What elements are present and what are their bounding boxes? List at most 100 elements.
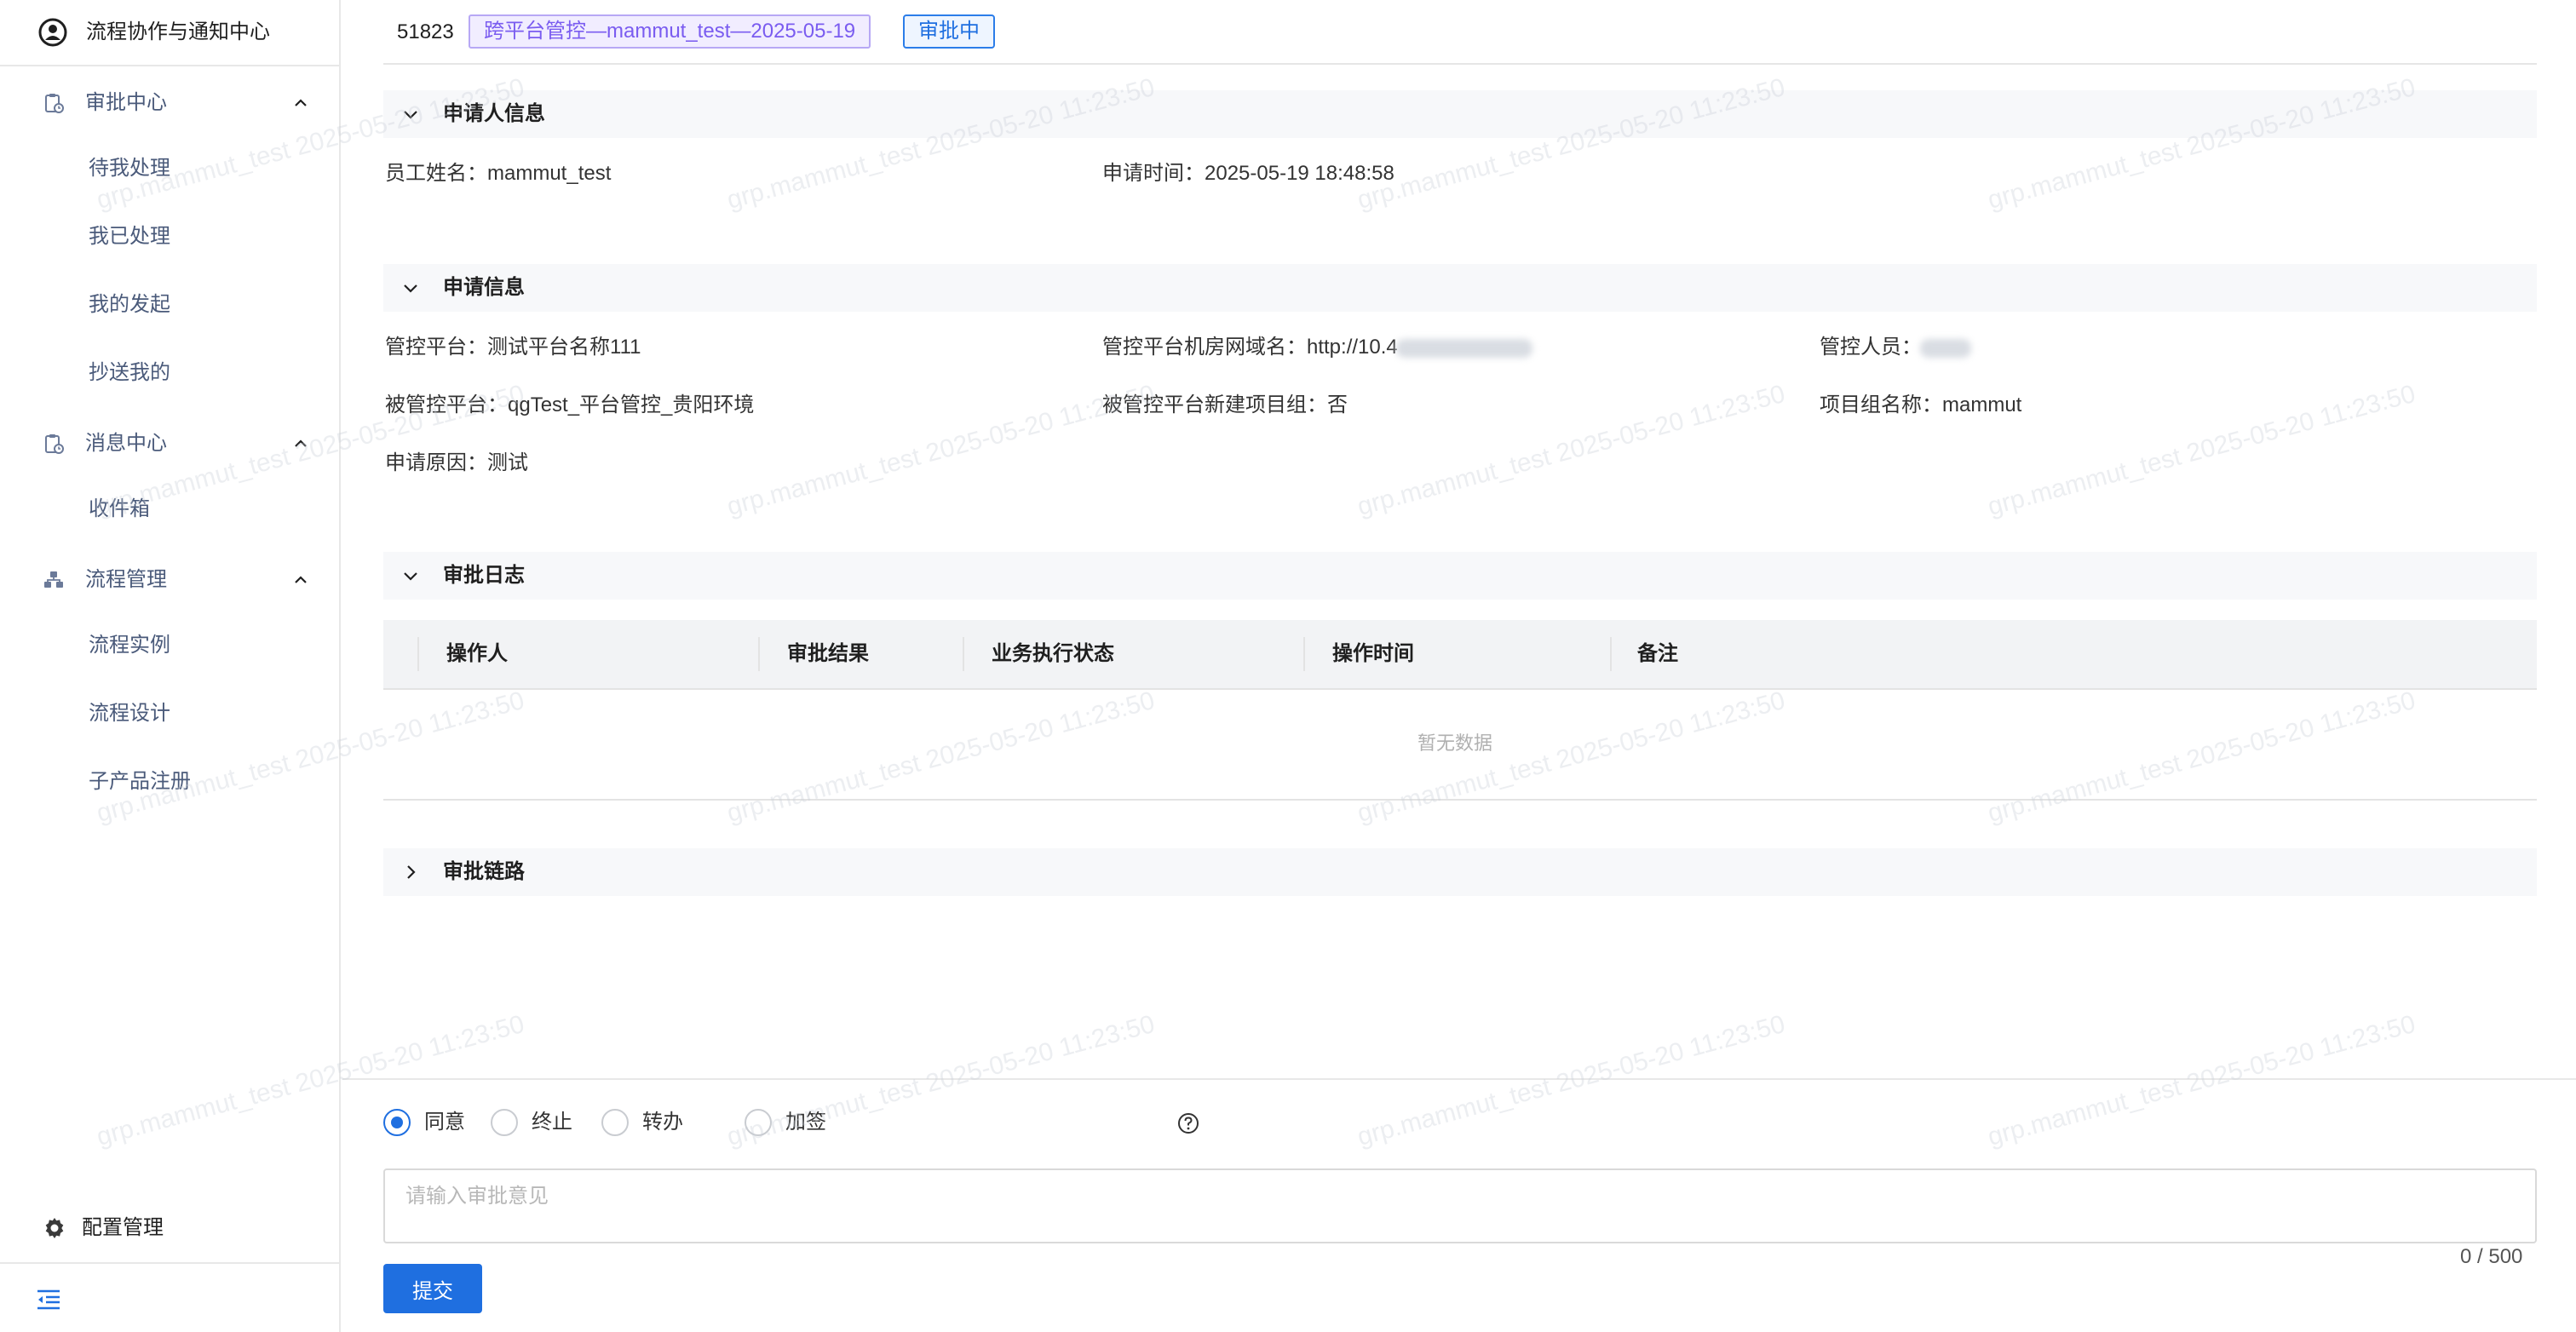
column-header-operate-time: 操作时间	[1332, 642, 1414, 665]
sidebar-group-label: 审批中心	[85, 91, 167, 114]
sidebar-item-inbox[interactable]: 收件箱	[0, 484, 341, 535]
sidebar-group-message-center[interactable]: 消息中心	[0, 419, 341, 467]
sidebar-footer	[0, 1262, 341, 1332]
field-label: 管控平台机房网域名：	[1102, 336, 1307, 359]
sidebar-item-process-instance[interactable]: 流程实例	[0, 620, 341, 671]
field-value: qgTest_平台管控_贵阳环境	[508, 393, 755, 416]
chevron-up-icon[interactable]	[290, 433, 312, 455]
radio-circle[interactable]	[601, 1109, 629, 1136]
field-label: 申请时间：	[1102, 162, 1205, 185]
sidebar-item-pending[interactable]: 待我处理	[0, 143, 341, 194]
field-value: 否	[1327, 393, 1348, 416]
clipboard-icon	[45, 434, 64, 454]
chevron-up-icon[interactable]	[290, 92, 312, 114]
field-control-platform: 管控平台：测试平台名称111	[385, 334, 641, 361]
field-value: mammut	[1942, 393, 2022, 416]
field-value: 2025-05-19 18:48:58	[1205, 162, 1394, 185]
sidebar-item-label: 我已处理	[89, 225, 170, 248]
field-label: 被管控平台：	[385, 393, 508, 416]
section-title: 审批链路	[443, 860, 525, 883]
submit-button[interactable]: 提交	[383, 1264, 482, 1313]
field-apply-reason: 申请原因：测试	[385, 450, 528, 477]
sidebar-item-process-design[interactable]: 流程设计	[0, 688, 341, 739]
status-badge: 审批中	[903, 14, 995, 49]
column-header-exec-status: 业务执行状态	[992, 642, 1114, 665]
sidebar-item-processed[interactable]: 我已处理	[0, 211, 341, 262]
field-control-personnel: 管控人员：	[1820, 334, 1971, 361]
sidebar-item-label: 待我处理	[89, 157, 170, 180]
hierarchy-icon	[44, 571, 63, 588]
approval-opinion-input[interactable]	[383, 1168, 2537, 1243]
clipboard-icon	[45, 94, 64, 113]
app-root: 流程协作与通知中心 审批中心 待我处理 我已处理 我的发起 抄送我的 消息中心 …	[0, 0, 2576, 1332]
field-platform-domain: 管控平台机房网域名：http://10.4	[1102, 334, 1532, 361]
field-value: mammut_test	[487, 162, 612, 185]
section-title: 申请信息	[443, 276, 525, 299]
column-divider	[963, 637, 964, 671]
sidebar-group-label: 消息中心	[85, 432, 167, 455]
field-label: 被管控平台新建项目组：	[1102, 393, 1327, 416]
field-value: http://10.4	[1307, 336, 1398, 359]
field-label: 项目组名称：	[1820, 393, 1942, 416]
column-header-operator: 操作人	[446, 642, 508, 665]
approval-log-table-header: 操作人 审批结果 业务执行状态 操作时间 备注	[383, 620, 2537, 690]
sidebar-item-config[interactable]: 配置管理	[0, 1204, 341, 1252]
sidebar-item-label: 收件箱	[89, 497, 150, 520]
column-divider	[758, 637, 760, 671]
radio-add-signer[interactable]: 加签	[745, 1105, 838, 1140]
detail-header: 51823 跨平台管控—mammut_test—2025-05-19 审批中	[342, 0, 2576, 65]
char-counter: 0 / 500	[2460, 1245, 2523, 1268]
config-label: 配置管理	[82, 1216, 164, 1239]
section-applicant-header[interactable]: 申请人信息	[383, 90, 2537, 138]
radio-circle[interactable]	[745, 1109, 772, 1136]
redacted-value	[1395, 338, 1532, 358]
chevron-down-icon	[404, 284, 417, 293]
column-divider	[1303, 637, 1305, 671]
radio-transfer[interactable]: 转办	[601, 1105, 695, 1140]
chevron-right-icon	[407, 865, 416, 879]
menu-fold-icon[interactable]	[36, 1288, 61, 1312]
action-area-divider	[342, 1078, 2576, 1080]
sidebar-item-label: 子产品注册	[89, 770, 191, 793]
field-apply-time: 申请时间：2025-05-19 18:48:58	[1102, 160, 1394, 187]
radio-label: 同意	[424, 1111, 465, 1134]
radio-label: 终止	[532, 1111, 572, 1134]
radio-terminate[interactable]: 终止	[491, 1105, 584, 1140]
table-bottom-border	[383, 799, 2537, 801]
sidebar-item-cc[interactable]: 抄送我的	[0, 347, 341, 399]
field-employee-name: 员工姓名：mammut_test	[385, 160, 611, 187]
radio-circle[interactable]	[383, 1109, 411, 1136]
sidebar-item-subproduct-register[interactable]: 子产品注册	[0, 756, 341, 807]
question-circle-icon[interactable]	[1177, 1112, 1199, 1134]
sidebar-item-label: 我的发起	[89, 293, 170, 316]
sidebar-group-approval-center[interactable]: 审批中心	[0, 78, 341, 126]
sidebar-item-label: 流程实例	[89, 634, 170, 657]
radio-circle[interactable]	[491, 1109, 518, 1136]
column-divider	[417, 637, 419, 671]
field-value: 测试	[487, 451, 528, 474]
sidebar: 流程协作与通知中心 审批中心 待我处理 我已处理 我的发起 抄送我的 消息中心 …	[0, 0, 341, 1332]
field-label: 管控平台：	[385, 336, 487, 359]
gear-icon	[45, 1218, 64, 1238]
field-project-group-name: 项目组名称：mammut	[1820, 392, 2021, 419]
field-label: 申请原因：	[385, 451, 487, 474]
chevron-up-icon[interactable]	[290, 569, 312, 591]
field-label: 员工姓名：	[385, 162, 487, 185]
app-logo-row: 流程协作与通知中心	[0, 0, 341, 66]
main-content: 51823 跨平台管控—mammut_test—2025-05-19 审批中 申…	[342, 0, 2576, 1332]
redacted-value	[1920, 338, 1971, 358]
sidebar-item-initiated[interactable]: 我的发起	[0, 279, 341, 330]
sidebar-group-label: 流程管理	[85, 568, 167, 591]
section-approval-chain-header[interactable]: 审批链路	[383, 848, 2537, 896]
column-divider	[1610, 637, 1612, 671]
section-title: 申请人信息	[443, 102, 545, 125]
sidebar-group-process-management[interactable]: 流程管理	[0, 555, 341, 603]
sidebar-item-label: 抄送我的	[89, 361, 170, 384]
request-id: 51823	[397, 20, 454, 43]
radio-agree[interactable]: 同意	[383, 1105, 477, 1140]
app-logo-icon	[38, 18, 67, 47]
section-approval-log-header[interactable]: 审批日志	[383, 552, 2537, 600]
section-request-header[interactable]: 申请信息	[383, 264, 2537, 312]
field-label: 管控人员：	[1820, 336, 1922, 359]
app-title: 流程协作与通知中心	[86, 20, 270, 43]
